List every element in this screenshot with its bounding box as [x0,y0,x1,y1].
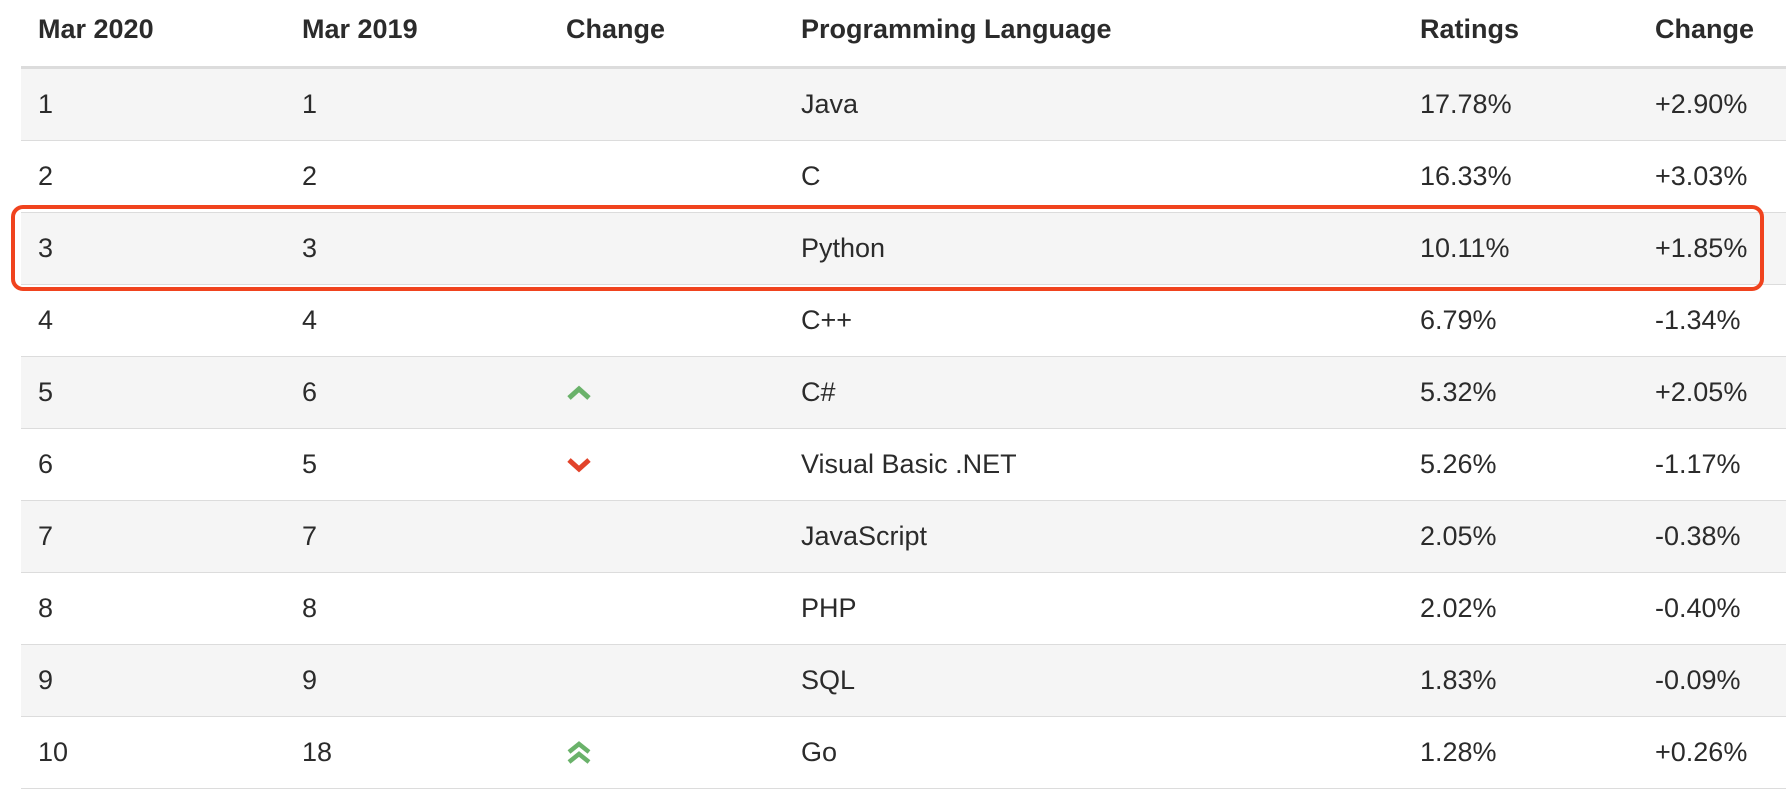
rating-value: 2.05% [1420,521,1497,551]
rank-2020: 2 [38,161,54,191]
language-name[interactable]: JavaScript [801,501,927,572]
rank-2019: 2 [302,161,318,191]
language-name[interactable]: Python [801,213,885,284]
rating-change: -1.17% [1655,449,1741,479]
table-row: 8 8 PHP 2.02% -0.40% [21,573,1786,645]
table-row: 6 5 Visual Basic .NET 5.26% -1.17% [21,429,1786,501]
rank-2020: 7 [38,521,54,551]
header-change[interactable]: Change [566,0,665,66]
rating-value: 2.02% [1420,593,1497,623]
rank-2019: 18 [302,737,333,767]
rank-2020: 6 [38,449,54,479]
rating-change: -0.38% [1655,521,1741,551]
table-body: 1 1 Java 17.78% +2.90% 2 2 C 16.33% +3.03% 3 3 Pytho… [21,69,1786,789]
rating-value: 17.78% [1420,89,1512,119]
rank-2019: 6 [302,377,318,407]
rating-value: 10.11% [1420,233,1510,263]
language-name[interactable]: SQL [801,645,855,716]
rank-2020: 10 [38,737,69,767]
double-up-chevron-icon [566,717,592,788]
rating-change: -0.09% [1655,665,1741,695]
rating-value: 1.83% [1420,665,1497,695]
rank-2020: 4 [38,305,54,335]
rank-2020: 1 [38,89,54,119]
table-header: Mar 2020 Mar 2019 Change Programming Lan… [21,0,1786,69]
rank-2019: 7 [302,521,318,551]
up-chevron-icon [566,357,592,428]
rating-change: +3.03% [1655,161,1748,191]
rating-change: +2.90% [1655,89,1748,119]
header-mar-2019[interactable]: Mar 2019 [302,0,418,66]
header-ratings-change[interactable]: Change [1655,0,1754,66]
table-row: 3 3 Python 10.11% +1.85% [21,213,1786,285]
header-programming-language[interactable]: Programming Language [801,0,1112,66]
rating-change: +0.26% [1655,737,1748,767]
rating-value: 5.26% [1420,449,1497,479]
rank-2019: 3 [302,233,318,263]
rank-2020: 5 [38,377,54,407]
table-row: 2 2 C 16.33% +3.03% [21,141,1786,213]
rating-change: -1.34% [1655,305,1741,335]
down-chevron-icon [566,429,592,500]
rating-change: -0.40% [1655,593,1741,623]
table-row: 5 6 C# 5.32% +2.05% [21,357,1786,429]
table-row: 10 18 Go 1.28% +0.26% [21,717,1786,789]
rank-2019: 5 [302,449,318,479]
rating-value: 5.32% [1420,377,1497,407]
language-name[interactable]: Go [801,717,837,788]
table-row: 4 4 C++ 6.79% -1.34% [21,285,1786,357]
language-name[interactable]: C [801,141,821,212]
rank-2019: 4 [302,305,318,335]
rating-value: 1.28% [1420,737,1497,767]
table-row: 1 1 Java 17.78% +2.90% [21,69,1786,141]
header-ratings[interactable]: Ratings [1420,0,1519,66]
rank-2020: 8 [38,593,54,623]
tiobe-ranking-table: Mar 2020 Mar 2019 Change Programming Lan… [21,0,1786,789]
rank-2020: 3 [38,233,54,263]
table-row: 7 7 JavaScript 2.05% -0.38% [21,501,1786,573]
rank-2019: 1 [302,89,318,119]
table-row: 9 9 SQL 1.83% -0.09% [21,645,1786,717]
language-name[interactable]: PHP [801,573,857,644]
header-mar-2020[interactable]: Mar 2020 [38,0,154,66]
language-name[interactable]: Visual Basic .NET [801,429,1017,500]
language-name[interactable]: C# [801,357,836,428]
rating-change: +2.05% [1655,377,1748,407]
language-name[interactable]: Java [801,69,858,140]
rank-2020: 9 [38,665,54,695]
rating-change: +1.85% [1655,233,1748,263]
rank-2019: 9 [302,665,318,695]
rating-value: 6.79% [1420,305,1497,335]
language-name[interactable]: C++ [801,285,852,356]
rank-2019: 8 [302,593,318,623]
rating-value: 16.33% [1420,161,1512,191]
